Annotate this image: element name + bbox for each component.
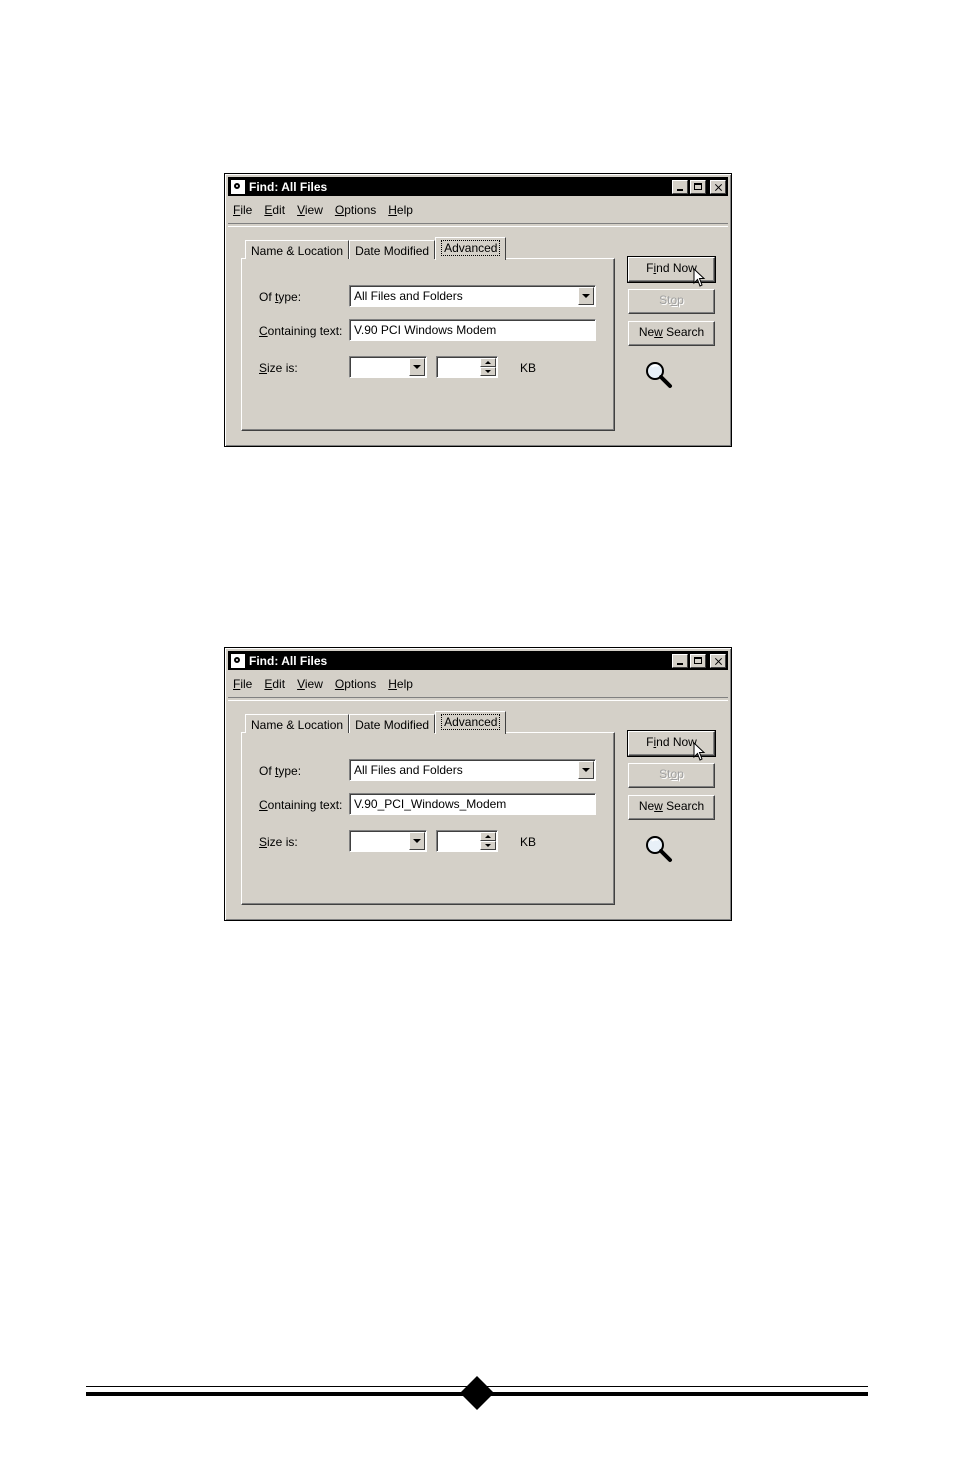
of-type-label: Of type: [259,290,302,304]
containing-text-label: Containing text: [259,324,343,338]
find-app-icon [231,653,245,668]
menu-help[interactable]: Help [388,203,413,217]
maximize-button[interactable] [690,179,706,194]
new-search-button[interactable]: New Search [628,795,715,820]
menu-bar: File Edit View Options Help [233,201,413,219]
title-bar[interactable]: Find: All Files [228,651,728,670]
tab-strip: Name & Location Date Modified Advanced [245,711,507,734]
containing-text-label: Containing text: [259,798,343,812]
mouse-pointer-icon [693,268,706,287]
stop-button[interactable]: Stop [628,289,715,314]
menu-edit[interactable]: Edit [264,677,285,691]
kb-unit-label: KB [520,835,537,849]
menu-options[interactable]: Options [335,677,376,691]
mouse-pointer-icon [693,742,706,761]
size-condition-dropdown[interactable] [349,356,427,378]
advanced-tab-panel [241,732,615,905]
menu-file[interactable]: File [233,677,252,691]
minimize-button[interactable] [672,179,688,194]
spin-down-icon[interactable] [480,841,496,850]
window-title: Find: All Files [249,179,328,194]
magnifier-icon [646,836,672,862]
chevron-down-icon[interactable] [578,287,594,305]
close-button[interactable] [710,653,726,668]
find-dialog-2: Find: All Files File Edit View Options H… [224,647,732,921]
size-spinner[interactable] [436,356,498,378]
menu-divider [228,223,728,227]
size-spinner[interactable] [436,830,498,852]
new-search-button[interactable]: New Search [628,321,715,346]
stop-button[interactable]: Stop [628,763,715,788]
size-is-label: Size is: [259,835,298,849]
tab-strip: Name & Location Date Modified Advanced [245,237,507,260]
advanced-tab-panel [241,258,615,431]
menu-options[interactable]: Options [335,203,376,217]
minimize-button[interactable] [672,653,688,668]
tab-name-location[interactable]: Name & Location [245,714,350,733]
of-type-label: Of type: [259,764,302,778]
find-app-icon [231,179,245,194]
containing-text-value: V.90 PCI Windows Modem [354,323,497,337]
menu-view[interactable]: View [297,677,323,691]
size-condition-dropdown[interactable] [349,830,427,852]
menu-help[interactable]: Help [388,677,413,691]
close-button[interactable] [710,179,726,194]
menu-view[interactable]: View [297,203,323,217]
containing-text-value: V.90_PCI_Windows_Modem [354,797,507,811]
of-type-dropdown[interactable]: All Files and Folders [349,759,596,781]
window-title: Find: All Files [249,653,328,668]
menu-divider [228,697,728,701]
tab-name-location[interactable]: Name & Location [245,240,350,259]
magnifier-icon [646,362,672,388]
spin-up-icon[interactable] [480,358,496,367]
spin-down-icon[interactable] [480,367,496,376]
tab-date-modified[interactable]: Date Modified [349,240,436,259]
kb-unit-label: KB [520,361,537,375]
menu-file[interactable]: File [233,203,252,217]
of-type-value: All Files and Folders [354,289,463,303]
maximize-button[interactable] [690,653,706,668]
chevron-down-icon[interactable] [409,832,425,850]
of-type-value: All Files and Folders [354,763,463,777]
find-dialog-1: Find: All Files File Edit View Options H… [224,173,732,447]
title-bar[interactable]: Find: All Files [228,177,728,196]
of-type-dropdown[interactable]: All Files and Folders [349,285,596,307]
menu-edit[interactable]: Edit [264,203,285,217]
size-is-label: Size is: [259,361,298,375]
tab-advanced[interactable]: Advanced [435,711,507,734]
containing-text-input[interactable]: V.90_PCI_Windows_Modem [349,793,596,815]
diamond-icon [460,1376,494,1410]
menu-bar: File Edit View Options Help [233,675,413,693]
tab-advanced[interactable]: Advanced [435,237,507,260]
containing-text-input[interactable]: V.90 PCI Windows Modem [349,319,596,341]
chevron-down-icon[interactable] [409,358,425,376]
chevron-down-icon[interactable] [578,761,594,779]
tab-date-modified[interactable]: Date Modified [349,714,436,733]
spin-up-icon[interactable] [480,832,496,841]
